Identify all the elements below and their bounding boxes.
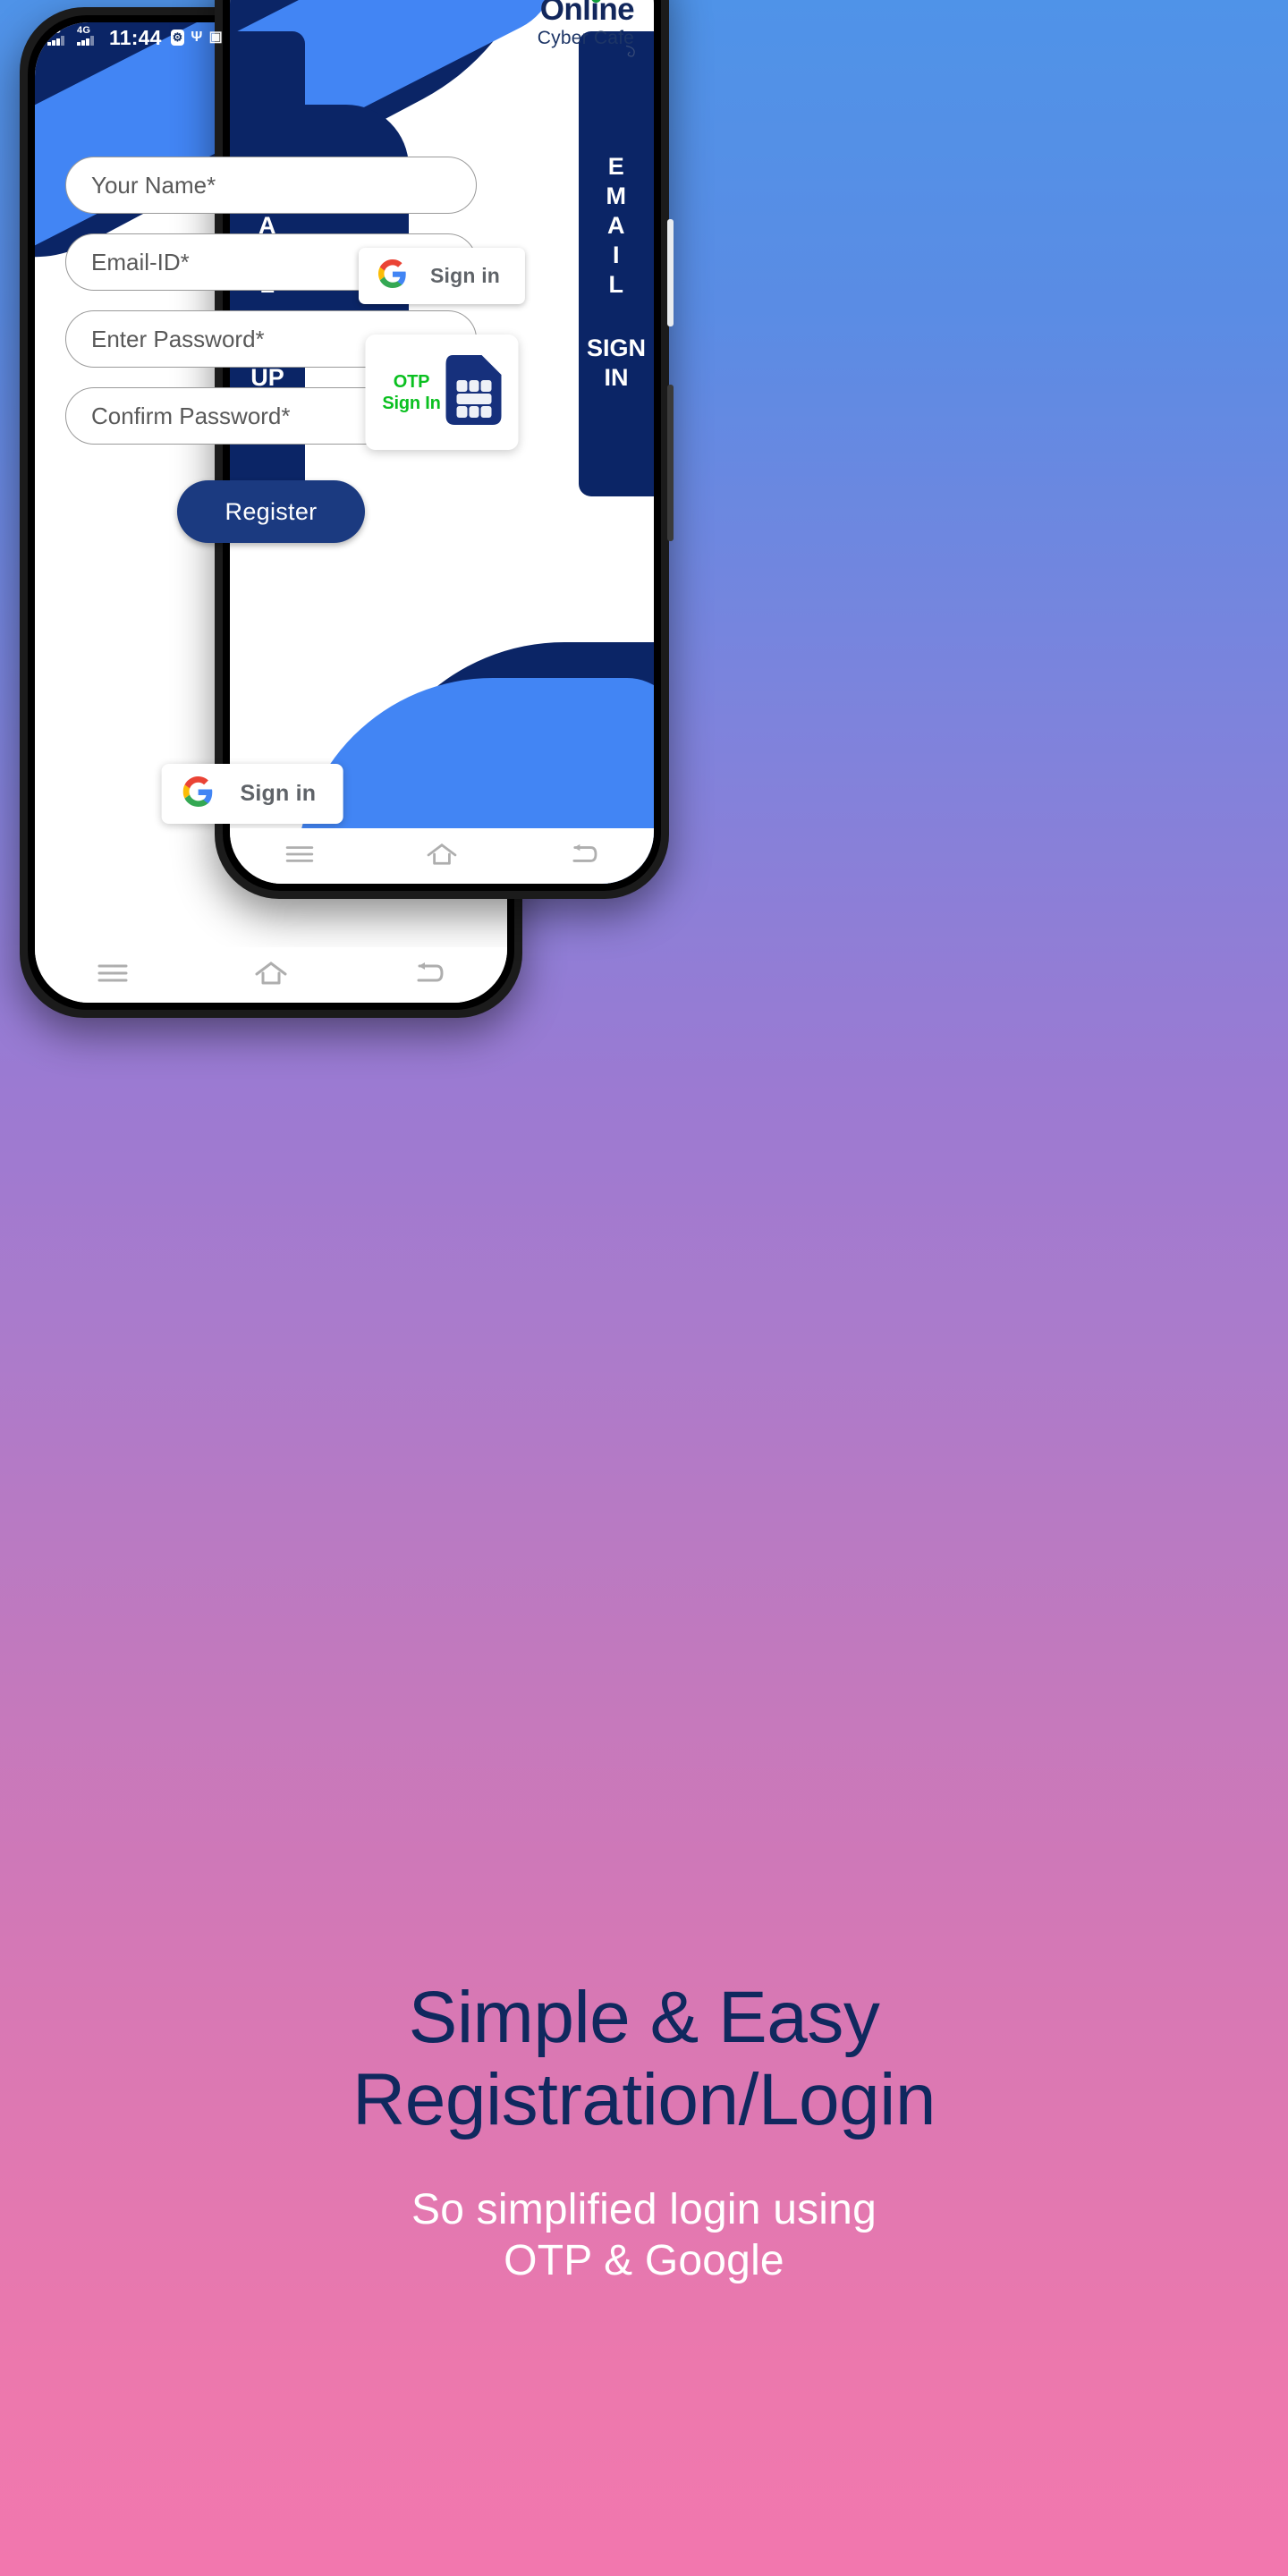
password-input-placeholder: Enter Password* [91, 325, 265, 352]
signal-bars-2-icon: 4G [77, 25, 100, 47]
left-status-clock: 11:44 [109, 25, 162, 49]
left-status-left-group: 4G 4G 11:44 ⚙ Ψ ▣ [47, 26, 223, 50]
email-sign-in-letters: E M A I L [606, 152, 627, 300]
otp-sign-in-card[interactable]: OTP Sign In [365, 335, 519, 450]
name-input[interactable]: Your Name* [65, 157, 477, 214]
google-g-icon [377, 259, 407, 292]
left-status-bar: 4G 4G 11:44 ⚙ Ψ ▣ [35, 22, 507, 53]
otp-label-line2: Sign In [382, 393, 441, 413]
menu-icon[interactable] [97, 962, 129, 989]
sign-in-letter-4: L [608, 270, 624, 298]
otp-sign-in-text: OTP Sign In [382, 371, 440, 414]
register-button-label: Register [225, 497, 318, 525]
back-icon[interactable] [569, 843, 599, 870]
google-sign-in-button[interactable]: Sign in [358, 248, 526, 304]
sign-in-action-line2: IN [604, 363, 629, 391]
google-g-icon [182, 776, 214, 811]
marketing-headline-line1: Simple & Easy [408, 1977, 880, 2058]
sim-card-icon [445, 355, 502, 429]
marketing-subtitle: So simplified login using OTP & Google [0, 2184, 1288, 2287]
register-button[interactable]: Register [177, 480, 365, 543]
signal-bars-1-icon: 4G [47, 25, 71, 47]
marketing-subtitle-line2: OTP & Google [504, 2237, 784, 2285]
otp-label-line1: OTP [393, 371, 430, 392]
logo-secondary-text: Cyber Cafe [537, 28, 635, 57]
back-icon[interactable] [413, 961, 445, 990]
power-button[interactable] [667, 219, 674, 326]
sign-in-action-line1: SIGN [586, 334, 646, 361]
logo-swirl-icon [625, 45, 635, 57]
logo-primary-text: Online [539, 0, 635, 27]
name-input-placeholder: Your Name* [91, 171, 216, 199]
sign-in-letter-1: M [606, 182, 627, 209]
home-icon[interactable] [253, 960, 289, 991]
home-icon[interactable] [425, 842, 459, 871]
sign-in-letter-0: E [607, 153, 625, 180]
marketing-subtitle-line1: So simplified login using [411, 2185, 877, 2233]
logo-secondary-label: Cyber Cafe [537, 28, 634, 48]
marketing-copy: Simple & Easy Registration/Login So simp… [0, 1977, 1288, 2287]
usb-debug-icon: ⚙ [170, 30, 185, 46]
email-input-placeholder: Email-ID* [91, 248, 190, 275]
left-google-sign-in-label: Sign in [240, 781, 317, 806]
network-type-2-label: 4G [77, 25, 91, 36]
network-type-1-label: 4G [47, 25, 62, 36]
app-logo: Online Cyber Cafe [537, 0, 635, 57]
left-google-sign-in-button[interactable]: Sign in [161, 764, 343, 824]
menu-icon[interactable] [284, 843, 315, 869]
sign-in-letter-2: A [607, 211, 625, 239]
usb-icon: Ψ [191, 30, 203, 45]
center-android-nav-bar [230, 828, 654, 884]
sign-in-letter-3: I [612, 241, 620, 268]
email-sign-in-action: SIGN IN [587, 334, 646, 393]
screenshot-icon: ▣ [208, 30, 223, 45]
google-sign-in-label: Sign in [429, 264, 501, 287]
volume-button[interactable] [667, 385, 674, 541]
marketing-headline-line2: Registration/Login [352, 2058, 936, 2140]
logo-primary-label: Online [539, 0, 635, 27]
confirm-password-input-placeholder: Confirm Password* [91, 402, 291, 429]
marketing-headline: Simple & Easy Registration/Login [0, 1977, 1288, 2141]
email-sign-in-panel[interactable]: E M A I L SIGN IN [579, 31, 654, 496]
left-android-nav-bar [35, 947, 507, 1003]
